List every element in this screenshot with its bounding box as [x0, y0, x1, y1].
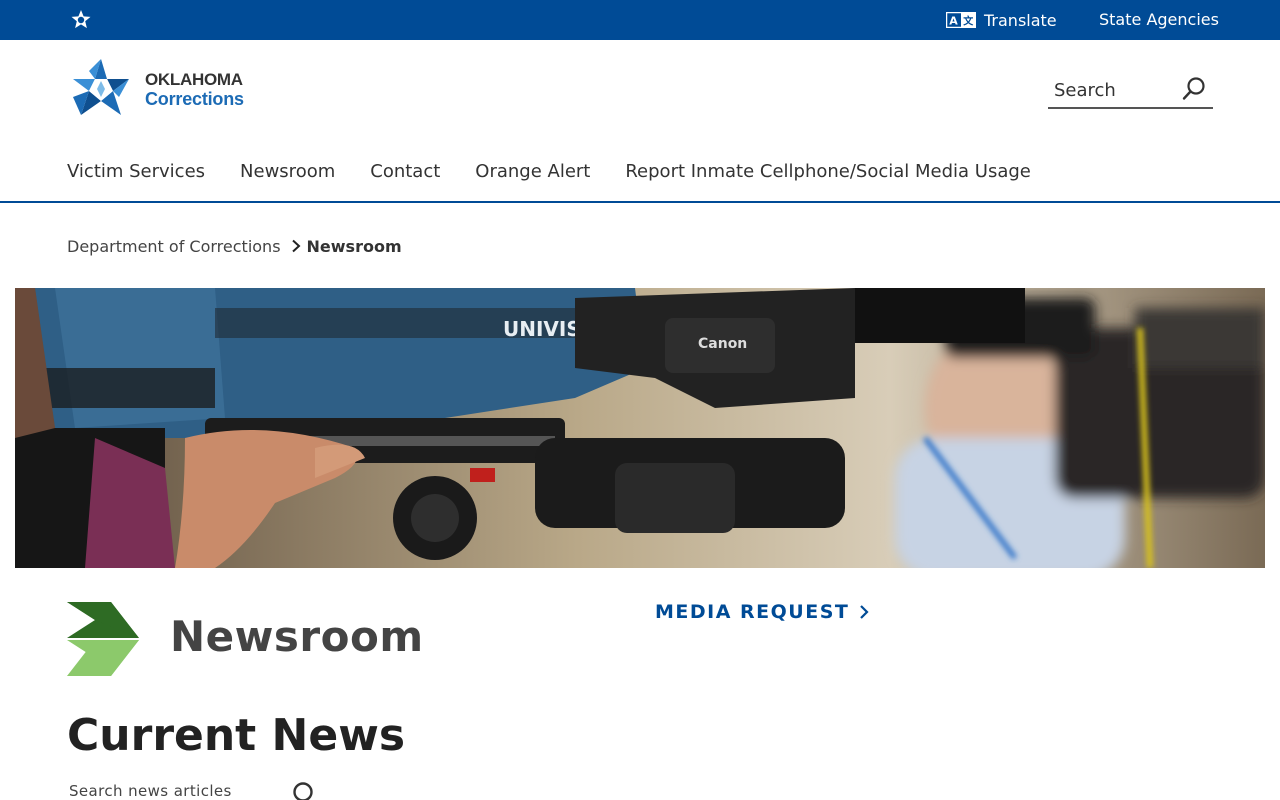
nav-item-victim-services[interactable]: Victim Services — [67, 161, 205, 182]
search-icon[interactable] — [1181, 76, 1207, 102]
breadcrumb: Department of Corrections Newsroom — [67, 235, 402, 257]
nav-item-newsroom[interactable]: Newsroom — [240, 161, 335, 182]
breadcrumb-parent-link[interactable]: Department of Corrections — [67, 237, 281, 256]
logo-line-oklahoma: OKLAHOMA — [145, 69, 243, 89]
main-nav: Victim Services Newsroom Contact Orange … — [67, 155, 1066, 187]
search-icon[interactable] — [291, 780, 315, 800]
translate-label: Translate — [984, 10, 1057, 30]
svg-text:Canon: Canon — [698, 336, 747, 352]
page-title: Newsroom — [170, 612, 424, 661]
translate-button[interactable]: A 文 Translate — [946, 8, 1057, 32]
news-search — [67, 776, 317, 800]
nav-item-report-inmate-cellphone[interactable]: Report Inmate Cellphone/Social Media Usa… — [625, 161, 1031, 182]
svg-text:文: 文 — [963, 15, 974, 28]
site-search — [1048, 72, 1213, 109]
nav-item-orange-alert[interactable]: Orange Alert — [475, 161, 590, 182]
hero-cameras-illustration: UNIVISION Canon — [15, 288, 1265, 568]
hero-image: UNIVISION Canon — [15, 288, 1265, 568]
ok-star-icon[interactable] — [70, 9, 92, 31]
logo-wordmark: OKLAHOMA Corrections — [145, 71, 244, 108]
chevron-right-icon — [291, 239, 301, 253]
media-request-label: MEDIA REQUEST — [655, 601, 850, 623]
section-title-current-news: Current News — [67, 710, 406, 761]
news-search-input[interactable] — [69, 780, 269, 800]
newsroom-chevron-icon — [67, 602, 139, 676]
media-request-link[interactable]: MEDIA REQUEST — [655, 600, 869, 624]
nav-divider — [0, 201, 1280, 203]
utility-bar: A 文 Translate State Agencies — [0, 0, 1280, 40]
translate-icon: A 文 — [946, 12, 976, 28]
state-agencies-link[interactable]: State Agencies — [1099, 8, 1219, 32]
oklahoma-star-logo-icon — [73, 59, 129, 115]
site-search-input[interactable] — [1054, 76, 1174, 104]
chevron-right-icon — [860, 605, 869, 619]
svg-text:A: A — [949, 15, 958, 28]
breadcrumb-current: Newsroom — [306, 236, 402, 256]
site-logo[interactable]: OKLAHOMA Corrections — [69, 56, 259, 122]
nav-item-contact[interactable]: Contact — [370, 161, 440, 182]
logo-line-corrections: Corrections — [145, 88, 244, 109]
